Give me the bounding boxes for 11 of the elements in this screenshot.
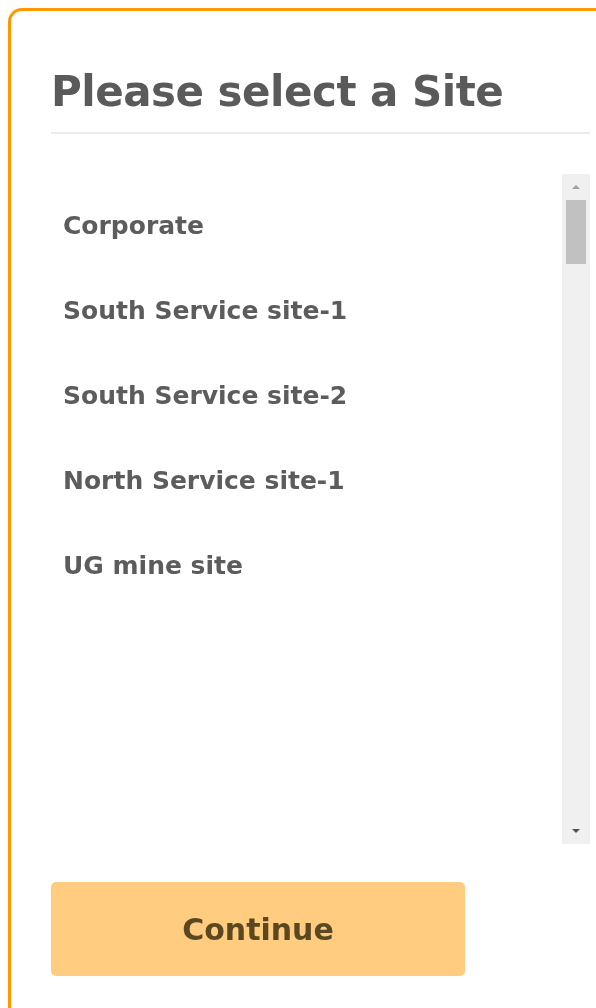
scroll-up-icon[interactable] <box>571 184 581 190</box>
scrollbar[interactable] <box>562 174 590 844</box>
site-item[interactable]: North Service site-1 <box>51 463 562 548</box>
scroll-down-icon[interactable] <box>571 828 581 834</box>
scrollbar-thumb[interactable] <box>566 200 586 264</box>
site-item[interactable]: South Service site-2 <box>51 378 562 463</box>
continue-button[interactable]: Continue <box>51 882 465 976</box>
site-item[interactable]: Corporate <box>51 208 562 293</box>
dialog-title: Please select a Site <box>51 67 590 134</box>
site-item[interactable]: South Service site-1 <box>51 293 562 378</box>
site-item[interactable]: UG mine site <box>51 548 562 633</box>
